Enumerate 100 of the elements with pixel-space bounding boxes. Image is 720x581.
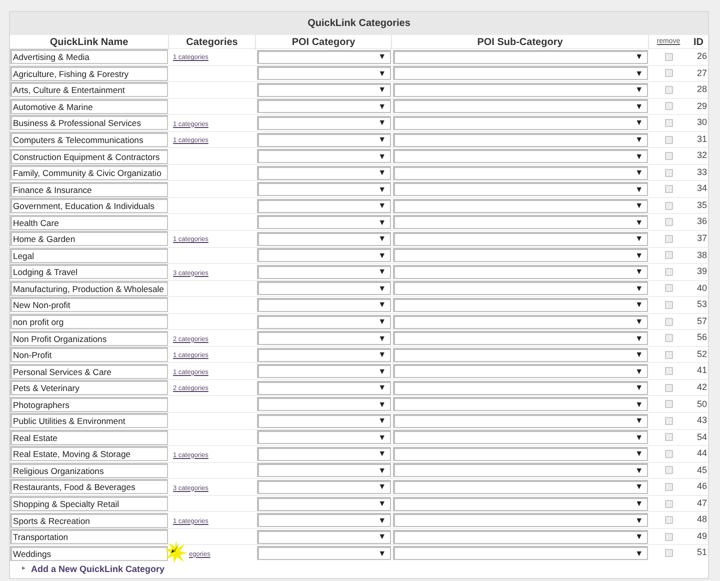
poi-category-dropdown[interactable]: ▼ [257,264,391,279]
poi-category-dropdown[interactable]: ▼ [257,116,391,130]
remove-checkbox[interactable] [664,334,672,342]
remove-checkbox[interactable] [664,202,672,210]
poi-category-dropdown[interactable]: ▼ [257,66,391,80]
name-field[interactable]: Sports & Recreation [10,512,168,528]
poi-category-dropdown[interactable]: ▼ [257,380,391,395]
remove-checkbox[interactable] [664,52,672,61]
remove-checkbox[interactable] [664,532,672,541]
name-field[interactable]: Home & Garden [10,231,168,246]
name-field[interactable]: non profit org [10,314,168,330]
name-field[interactable]: Lodging & Travel [10,264,168,280]
name-field[interactable]: Health Care [10,214,168,230]
poi-subcategory-dropdown[interactable]: ▼ [393,513,648,528]
poi-subcategory-dropdown[interactable]: ▼ [393,182,648,196]
poi-subcategory-dropdown[interactable]: ▼ [393,364,648,378]
remove-checkbox[interactable] [664,118,672,127]
poi-category-dropdown[interactable]: ▼ [257,82,391,97]
poi-category-dropdown[interactable]: ▼ [257,50,391,64]
poi-subcategory-dropdown[interactable]: ▼ [393,397,648,412]
remove-checkbox[interactable] [664,300,672,309]
name-field[interactable]: Manufacturing, Production & Wholesale [10,280,168,296]
poi-category-dropdown[interactable]: ▼ [257,530,391,544]
poi-category-dropdown[interactable]: ▼ [257,99,391,114]
poi-subcategory-dropdown[interactable]: ▼ [393,132,648,146]
poi-category-dropdown[interactable]: ▼ [257,348,391,362]
poi-subcategory-dropdown[interactable]: ▼ [393,446,648,461]
poi-category-dropdown[interactable]: ▼ [257,446,391,461]
name-field[interactable]: Restaurants, Food & Beverages [10,479,168,494]
poi-subcategory-dropdown[interactable]: ▼ [393,198,648,213]
poi-category-dropdown[interactable]: ▼ [257,480,391,494]
remove-checkbox[interactable] [664,284,672,292]
poi-category-dropdown[interactable]: ▼ [257,364,391,378]
remove-checkbox[interactable] [664,482,672,491]
remove-checkbox[interactable] [664,384,672,392]
poi-subcategory-dropdown[interactable]: ▼ [393,546,648,560]
poi-category-dropdown[interactable]: ▼ [257,331,391,346]
poi-category-dropdown[interactable]: ▼ [257,248,391,262]
name-field[interactable]: Business & Professional Services [10,115,168,130]
remove-checkbox[interactable] [664,318,672,326]
name-field[interactable]: Public Utilities & Environment [10,413,168,428]
name-field[interactable]: Computers & Telecommunications [10,132,168,147]
name-field[interactable]: Photographers [10,396,168,412]
name-field[interactable]: Legal [10,248,168,263]
poi-subcategory-dropdown[interactable]: ▼ [393,116,648,130]
add-category-link[interactable]: Add a New QuickLink Category [31,562,165,576]
remove-checkbox[interactable] [664,136,672,144]
name-field[interactable]: Family, Community & Civic Organizatio [10,165,168,180]
name-field[interactable]: Advertising & Media [10,49,168,64]
poi-subcategory-dropdown[interactable]: ▼ [393,530,648,544]
poi-category-dropdown[interactable]: ▼ [257,314,391,329]
remove-checkbox[interactable] [664,168,672,177]
remove-checkbox[interactable] [664,86,672,94]
poi-subcategory-dropdown[interactable]: ▼ [393,50,648,64]
poi-category-dropdown[interactable]: ▼ [257,149,391,164]
remove-checkbox[interactable] [664,251,672,260]
name-field[interactable]: Construction Equipment & Contractors [10,148,168,164]
poi-subcategory-dropdown[interactable]: ▼ [393,480,648,494]
remove-checkbox[interactable] [664,234,672,243]
poi-subcategory-dropdown[interactable]: ▼ [393,414,648,428]
name-field[interactable]: Arts, Culture & Entertainment [10,82,168,98]
poi-category-dropdown[interactable]: ▼ [257,298,391,312]
remove-checkbox[interactable] [664,350,672,359]
remove-checkbox[interactable] [664,450,672,458]
poi-subcategory-dropdown[interactable]: ▼ [393,149,648,164]
name-field[interactable]: Weddings [10,546,168,561]
name-field[interactable]: Religious Organizations [10,462,168,478]
poi-subcategory-dropdown[interactable]: ▼ [393,166,648,180]
name-field[interactable]: Finance & Insurance [10,182,168,197]
poi-subcategory-dropdown[interactable]: ▼ [393,232,648,246]
remove-checkbox[interactable] [664,500,672,508]
poi-category-dropdown[interactable]: ▼ [257,182,391,196]
poi-subcategory-dropdown[interactable]: ▼ [393,496,648,511]
poi-category-dropdown[interactable]: ▼ [257,215,391,230]
poi-subcategory-dropdown[interactable]: ▼ [393,348,648,362]
poi-category-dropdown[interactable]: ▼ [257,198,391,213]
remove-checkbox[interactable] [664,466,672,474]
remove-checkbox[interactable] [664,218,672,226]
poi-subcategory-dropdown[interactable]: ▼ [393,463,648,478]
remove-checkbox[interactable] [664,152,672,160]
poi-category-dropdown[interactable]: ▼ [257,430,391,444]
remove-checkbox[interactable] [664,367,672,376]
name-field[interactable]: Transportation [10,529,168,544]
name-field[interactable]: Automotive & Marine [10,98,168,114]
poi-subcategory-dropdown[interactable]: ▼ [393,99,648,114]
poi-category-dropdown[interactable]: ▼ [257,232,391,246]
poi-category-dropdown[interactable]: ▼ [257,463,391,478]
poi-subcategory-dropdown[interactable]: ▼ [393,331,648,346]
name-field[interactable]: Agriculture, Fishing & Forestry [10,66,168,81]
remove-checkbox[interactable] [664,400,672,408]
poi-category-dropdown[interactable]: ▼ [257,132,391,146]
poi-category-dropdown[interactable]: ▼ [257,281,391,296]
remove-checkbox[interactable] [664,102,672,110]
name-field[interactable]: Real Estate [10,430,168,445]
poi-category-dropdown[interactable]: ▼ [257,513,391,528]
poi-subcategory-dropdown[interactable]: ▼ [393,248,648,262]
name-field[interactable]: Non Profit Organizations [10,330,168,346]
name-field[interactable]: Non-Profit [10,347,168,362]
poi-category-dropdown[interactable]: ▼ [257,414,391,428]
name-field[interactable]: Shopping & Specialty Retail [10,496,168,512]
